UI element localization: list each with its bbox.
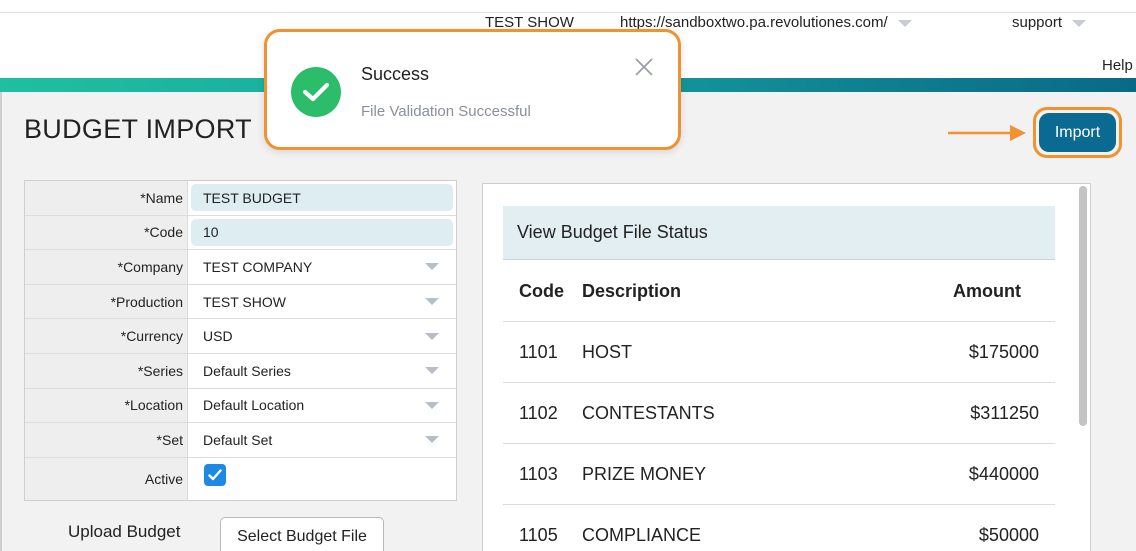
row-amount: $50000 bbox=[978, 524, 1039, 545]
chevron-down-icon bbox=[425, 401, 439, 409]
form-row-active: Active bbox=[25, 457, 456, 500]
row-amount: $440000 bbox=[968, 463, 1039, 484]
table-row: 1103 PRIZE MONEY $440000 bbox=[503, 444, 1055, 505]
row-code: 1101 bbox=[519, 341, 558, 362]
table-row: 1105 COMPLIANCE $50000 bbox=[503, 505, 1055, 551]
form-row-code: *Code 10 bbox=[25, 215, 456, 251]
company-label: *Company bbox=[25, 250, 188, 284]
production-value: TEST SHOW bbox=[203, 293, 286, 310]
arrow-right-icon bbox=[948, 125, 1026, 141]
chevron-down-icon bbox=[425, 332, 439, 340]
production-label: *Production bbox=[25, 284, 188, 319]
form-row-set: *Set Default Set bbox=[25, 423, 456, 458]
form-row-name: *Name TEST BUDGET bbox=[25, 181, 456, 216]
status-heading: View Budget File Status bbox=[503, 206, 1055, 260]
chevron-down-icon bbox=[425, 298, 439, 306]
column-header-code: Code bbox=[519, 280, 564, 301]
set-value: Default Set bbox=[203, 431, 273, 448]
main-panel: BUDGET IMPORT Import *Name TEST BUDGET *… bbox=[0, 92, 1136, 551]
chevron-down-icon bbox=[425, 367, 439, 375]
set-select[interactable]: Default Set bbox=[191, 426, 453, 453]
select-budget-file-button[interactable]: Select Budget File bbox=[220, 517, 384, 551]
check-icon bbox=[302, 82, 330, 102]
chevron-down-icon bbox=[425, 263, 439, 271]
currency-select[interactable]: USD bbox=[191, 323, 453, 350]
user-name: support bbox=[1012, 14, 1063, 31]
code-label: *Code bbox=[25, 215, 188, 250]
series-select[interactable]: Default Series bbox=[191, 357, 453, 384]
name-label: *Name bbox=[25, 181, 188, 215]
import-button[interactable]: Import bbox=[1039, 113, 1116, 152]
table-header-row: Code Description Amount bbox=[503, 261, 1055, 322]
help-link[interactable]: Help bbox=[1102, 57, 1133, 74]
code-input[interactable]: 10 bbox=[191, 218, 453, 246]
production-select[interactable]: TEST SHOW bbox=[191, 288, 453, 315]
top-divider bbox=[0, 12, 1136, 13]
company-select[interactable]: TEST COMPANY bbox=[191, 253, 453, 280]
row-code: 1105 bbox=[519, 524, 558, 545]
row-description: COMPLIANCE bbox=[582, 524, 702, 545]
budget-status-panel: View Budget File Status Code Description… bbox=[482, 183, 1091, 551]
set-label: *Set bbox=[25, 423, 188, 457]
check-icon bbox=[208, 469, 222, 480]
toast-title: Success bbox=[361, 64, 430, 84]
active-checkbox[interactable] bbox=[204, 463, 226, 486]
series-label: *Series bbox=[25, 353, 188, 388]
currency-label: *Currency bbox=[25, 319, 188, 353]
column-header-description: Description bbox=[582, 280, 682, 301]
form-row-location: *Location Default Location bbox=[25, 388, 456, 424]
close-icon[interactable] bbox=[633, 56, 655, 78]
row-code: 1102 bbox=[519, 402, 558, 423]
chevron-down-icon bbox=[425, 436, 439, 444]
row-amount: $175000 bbox=[968, 341, 1039, 362]
form-row-company: *Company TEST COMPANY bbox=[25, 250, 456, 285]
column-header-amount: Amount bbox=[953, 280, 1021, 301]
success-toast: Success File Validation Successful bbox=[264, 29, 681, 150]
upload-budget-label: Upload Budget bbox=[68, 522, 181, 541]
table-row: 1102 CONTESTANTS $311250 bbox=[503, 383, 1055, 444]
status-scrollbar[interactable] bbox=[1079, 186, 1087, 426]
row-description: PRIZE MONEY bbox=[582, 463, 707, 484]
active-label: Active bbox=[25, 457, 188, 500]
budget-form: *Name TEST BUDGET *Code 10 *Company TEST… bbox=[24, 180, 457, 501]
chevron-down-icon bbox=[1072, 19, 1087, 27]
page-title: BUDGET IMPORT bbox=[24, 114, 252, 144]
location-label: *Location bbox=[25, 388, 188, 423]
row-description: CONTESTANTS bbox=[582, 402, 715, 423]
name-input[interactable]: TEST BUDGET bbox=[191, 184, 453, 212]
location-value: Default Location bbox=[203, 397, 305, 414]
check-circle-icon bbox=[291, 67, 341, 117]
table-row: 1101 HOST $175000 bbox=[503, 322, 1055, 383]
user-menu[interactable]: support bbox=[1012, 14, 1087, 31]
toast-message: File Validation Successful bbox=[361, 103, 531, 120]
row-amount: $311250 bbox=[970, 402, 1039, 423]
form-row-series: *Series Default Series bbox=[25, 353, 456, 389]
form-row-currency: *Currency USD bbox=[25, 319, 456, 354]
row-description: HOST bbox=[582, 341, 633, 362]
location-select[interactable]: Default Location bbox=[191, 392, 453, 419]
series-value: Default Series bbox=[203, 362, 291, 379]
budget-status-table: Code Description Amount 1101 HOST $17500… bbox=[503, 261, 1055, 551]
chevron-down-icon bbox=[897, 19, 912, 27]
form-row-production: *Production TEST SHOW bbox=[25, 284, 456, 320]
company-value: TEST COMPANY bbox=[203, 258, 313, 275]
currency-value: USD bbox=[203, 328, 233, 345]
row-code: 1103 bbox=[519, 463, 558, 484]
